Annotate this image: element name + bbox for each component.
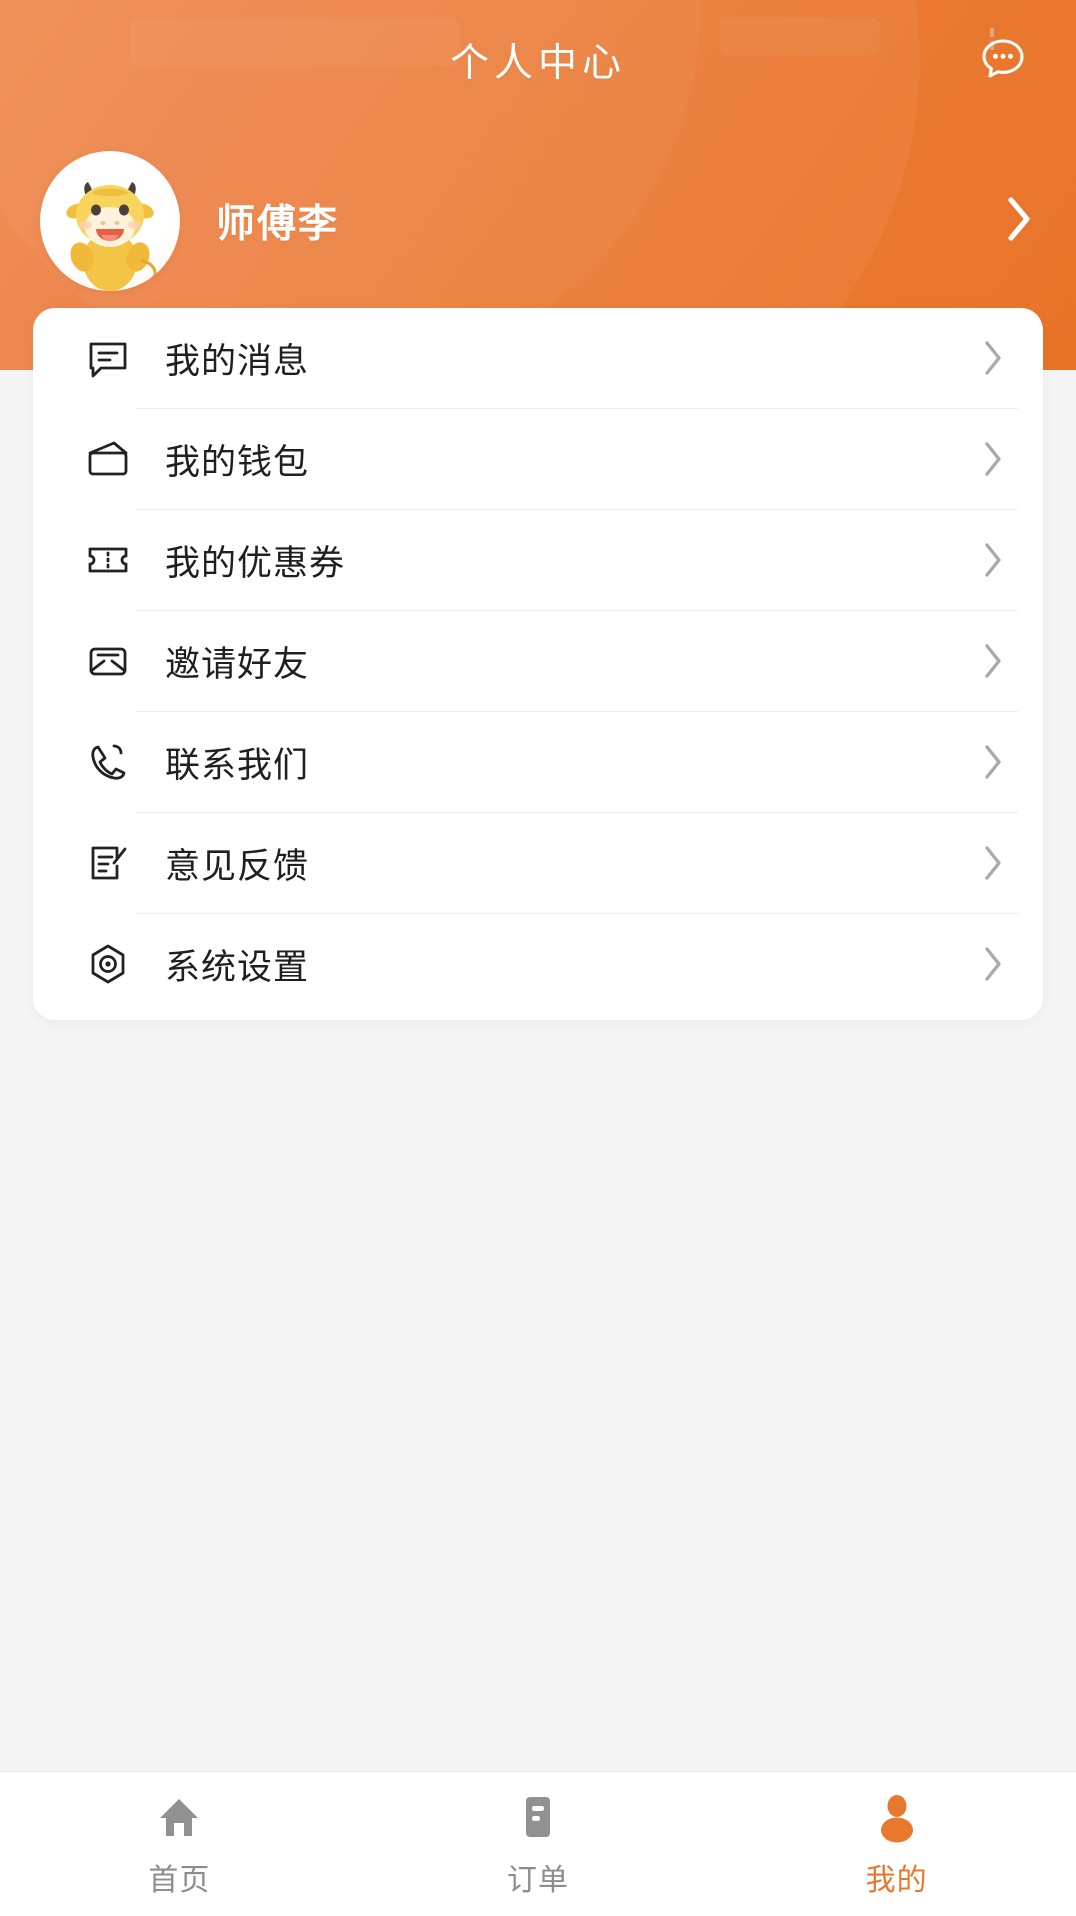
wallet-icon — [79, 430, 137, 488]
feedback-edit-icon — [79, 834, 137, 892]
profile-row[interactable]: 师傅李 — [0, 146, 1076, 296]
page-title: 个人中心 — [449, 42, 626, 85]
title-bar: 个人中心 — [0, 0, 1076, 120]
menu-item-label: 我的优惠券 — [165, 543, 346, 583]
menu-item-wallet[interactable]: 我的钱包 — [33, 409, 1043, 509]
chevron-right-icon — [981, 338, 1005, 378]
tab-label: 订单 — [507, 1864, 569, 1897]
menu-item-label: 联系我们 — [165, 745, 310, 785]
menu-item-label: 意见反馈 — [165, 846, 310, 886]
orders-icon — [511, 1789, 565, 1845]
chevron-right-icon — [981, 540, 1005, 580]
menu-item-contact-us[interactable]: 联系我们 — [33, 712, 1043, 812]
chevron-right-icon — [1004, 194, 1034, 249]
menu-card: 我的消息 我的钱包 我的优惠券 邀请好友 联系我们 意见反馈 系统设置 — [33, 308, 1043, 1020]
profile-person-icon — [870, 1789, 924, 1845]
home-icon — [152, 1789, 206, 1845]
menu-item-messages[interactable]: 我的消息 — [33, 308, 1043, 408]
coupon-icon — [79, 531, 137, 589]
menu-item-label: 我的钱包 — [165, 442, 310, 482]
menu-item-coupons[interactable]: 我的优惠券 — [33, 510, 1043, 610]
chevron-right-icon — [981, 843, 1005, 883]
envelope-icon — [79, 632, 137, 690]
cow-mascot-avatar — [50, 165, 170, 291]
chevron-right-icon — [981, 439, 1005, 479]
tab-label: 首页 — [148, 1864, 211, 1897]
user-name: 师傅李 — [216, 203, 340, 246]
tab-label: 我的 — [865, 1864, 928, 1897]
avatar[interactable] — [40, 151, 180, 291]
message-button[interactable] — [972, 29, 1034, 91]
message-icon — [79, 329, 137, 387]
menu-item-label: 系统设置 — [165, 947, 310, 987]
menu-item-invite-friends[interactable]: 邀请好友 — [33, 611, 1043, 711]
profile-arrow-button[interactable] — [1004, 194, 1034, 249]
app-screen: 个人中心 师傅李 我的消息 我的钱包 我的优惠券 邀请好友 联系我们 意见反馈 … — [0, 0, 1076, 1916]
chevron-right-icon — [981, 641, 1005, 681]
tab-profile[interactable]: 我的 — [717, 1772, 1076, 1916]
chat-bubble-dots-icon — [977, 32, 1029, 89]
bottom-tab-bar: 首页 订单 我的 — [0, 1771, 1076, 1916]
menu-item-label: 邀请好友 — [165, 644, 310, 684]
chevron-right-icon — [981, 944, 1005, 984]
menu-item-label: 我的消息 — [165, 341, 310, 381]
chevron-right-icon — [981, 742, 1005, 782]
tab-orders[interactable]: 订单 — [359, 1772, 718, 1916]
phone-icon — [79, 733, 137, 791]
tab-home[interactable]: 首页 — [0, 1772, 359, 1916]
menu-item-feedback[interactable]: 意见反馈 — [33, 813, 1043, 913]
settings-hex-icon — [79, 935, 137, 993]
menu-item-system-settings[interactable]: 系统设置 — [33, 914, 1043, 1014]
